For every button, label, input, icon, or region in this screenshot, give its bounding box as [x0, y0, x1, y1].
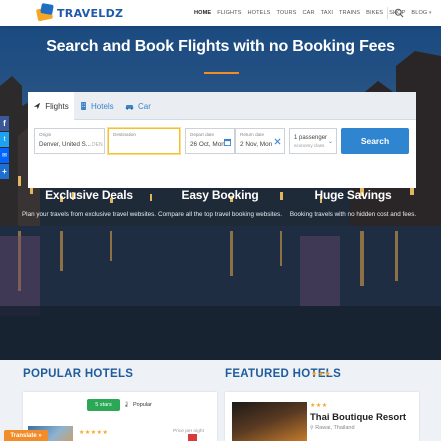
nav-blog[interactable]: BLOG ▾: [411, 10, 431, 16]
tab-hotels[interactable]: Hotels: [80, 92, 116, 120]
depart-label: Depart date: [190, 132, 215, 137]
depart-value: 26 Oct, Mon: [190, 141, 225, 148]
return-label: Return date: [240, 132, 265, 137]
feature-exclusive-deals: Exclusive Deals Plan your travels from e…: [19, 188, 159, 218]
nav-trains[interactable]: TRAINS: [339, 10, 360, 16]
twitter-icon[interactable]: t: [0, 132, 9, 147]
hotel-name[interactable]: Thai Boutique Resort: [310, 412, 406, 423]
search-tabs: Flights Hotels Car: [28, 92, 416, 120]
popular-hotels-title: POPULAR HOTELS: [23, 368, 134, 380]
flame-icon: 🌡: [123, 402, 130, 408]
nav-car[interactable]: CAR: [302, 10, 314, 16]
feature-title: Huge Savings: [314, 188, 392, 202]
hotel-location: ⚲ Rawai, Thailand: [310, 425, 355, 431]
close-icon[interactable]: [274, 138, 281, 145]
search-icon[interactable]: [394, 8, 404, 18]
calendar-icon: [224, 138, 231, 146]
return-value: 2 Nov, Mon: [240, 141, 273, 148]
hero-title: Search and Book Flights with no Booking …: [46, 38, 395, 55]
hotel-thumbnail[interactable]: [232, 402, 307, 441]
feature-easy-booking: Easy Booking Compare all the top travel …: [150, 188, 290, 218]
depart-date-field[interactable]: Depart date 26 Oct, Mon: [185, 128, 235, 154]
feature-text: Booking travels with no hidden cost and …: [289, 211, 417, 218]
origin-label: Origin: [39, 132, 52, 137]
search-panel: Origin Denver, United S... DEN Destinati…: [28, 120, 416, 188]
feature-text: Plan your travels from exclusive travel …: [21, 211, 157, 218]
map-pin-icon: ⚲: [310, 425, 314, 431]
nav-taxi[interactable]: TAXI: [321, 10, 333, 16]
chevron-down-icon: ⌄: [328, 139, 334, 145]
hotel-stars: ★★★: [310, 403, 328, 409]
featured-title-stars: ★★★: [311, 371, 332, 378]
feature-title: Easy Booking: [181, 188, 259, 202]
title-underline: [204, 72, 239, 74]
social-share-bar: f t ✉ +: [0, 116, 9, 180]
feature-huge-savings: Huge Savings Booking travels with no hid…: [283, 188, 423, 218]
plane-icon: [34, 102, 41, 110]
logo-icon: [35, 3, 55, 23]
tab-hotels-label: Hotels: [91, 101, 114, 111]
top-navbar: TRAVELDZ HOME FLIGHTS HOTELS TOURS CAR T…: [0, 0, 441, 26]
filter-popular-label: Popular: [132, 402, 152, 408]
feature-title: Exclusive Deals: [45, 188, 133, 202]
hero-section: Search and Book Flights with no Booking …: [0, 26, 441, 360]
facebook-icon[interactable]: f: [0, 116, 9, 131]
logo-text: TRAVELDZ: [57, 6, 124, 20]
filter-5-stars-label: 5 stars: [95, 402, 112, 408]
passengers-field[interactable]: 1 passenger economy class ⌄: [289, 128, 337, 154]
building-icon: [81, 102, 86, 110]
origin-field[interactable]: Origin Denver, United S... DEN: [34, 128, 105, 154]
filter-5-stars[interactable]: 5 stars: [87, 399, 120, 411]
tab-flights[interactable]: Flights: [28, 92, 74, 120]
hotel-stars: ★★★★★: [79, 430, 109, 436]
nav-home[interactable]: HOME: [194, 10, 211, 16]
class-value: economy class: [294, 143, 325, 148]
price-badge: [188, 434, 197, 441]
nav-blog-label: BLOG: [411, 10, 428, 16]
translate-button[interactable]: Translate »: [4, 430, 48, 441]
share-icon[interactable]: +: [0, 164, 9, 179]
passengers-value: 1 passenger: [294, 135, 328, 141]
tab-car-label: Car: [138, 101, 151, 111]
nav-divider: [387, 7, 388, 19]
email-icon[interactable]: ✉: [0, 148, 9, 163]
nav-flights[interactable]: FLIGHTS: [217, 10, 241, 16]
return-date-field[interactable]: Return date 2 Nov, Mon: [235, 128, 285, 154]
destination-label: Destination: [113, 132, 136, 137]
hotel-location-text: Rawai, Thailand: [315, 425, 355, 431]
tab-flights-label: Flights: [45, 101, 69, 111]
origin-code: DEN: [92, 142, 103, 148]
site-logo[interactable]: TRAVELDZ: [35, 2, 123, 24]
filter-popular[interactable]: 🌡 Popular: [123, 399, 152, 411]
nav-hotels[interactable]: HOTELS: [248, 10, 271, 16]
origin-value: Denver, United S...: [39, 141, 91, 148]
destination-field[interactable]: Destination: [108, 128, 180, 154]
search-button[interactable]: Search: [341, 128, 409, 154]
tab-car[interactable]: Car: [125, 92, 155, 120]
car-icon: [125, 104, 134, 110]
feature-text: Compare all the top travel booking websi…: [158, 211, 282, 218]
nav-bikes[interactable]: BIKES: [366, 10, 383, 16]
chevron-down-icon: ▾: [427, 10, 432, 16]
nav-tours[interactable]: TOURS: [277, 10, 297, 16]
